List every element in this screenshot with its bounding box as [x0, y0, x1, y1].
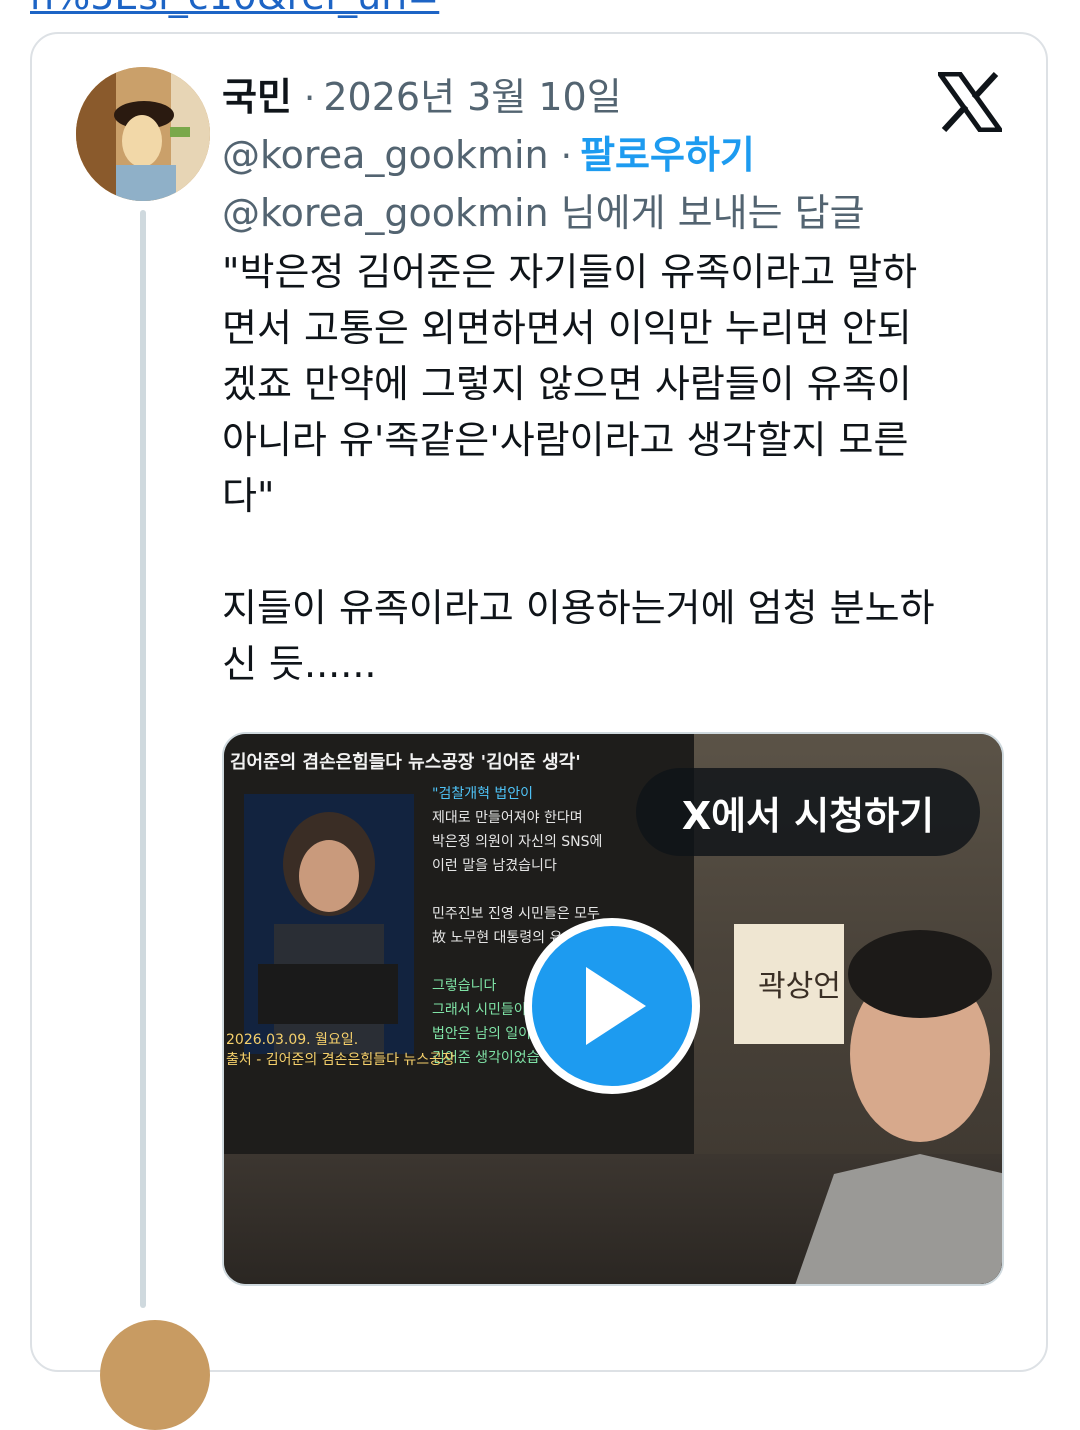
tweet-header: 국민 · 2026년 3월 10일	[222, 66, 622, 122]
caption-line: 민주진보 진영 시민들은 모두	[432, 906, 600, 922]
video-host-image: 곽상언	[734, 924, 1002, 1284]
caption-line: 이런 말을 남겼습니다	[432, 858, 557, 874]
tweet-text-line: 지들이 유족이라고 이용하는거에 엄청 분노하	[222, 586, 935, 630]
x-logo-icon[interactable]	[938, 72, 1002, 132]
next-reply-avatar[interactable]	[100, 1320, 210, 1430]
tweet-text-line: 아니라 유'족같은'사람이라고 생각할지 모른	[222, 418, 909, 462]
tweet-text-line: 면서 고통은 외면하면서 이익만 누리면 안되	[222, 306, 912, 350]
video-media-card[interactable]: 김어준의 겸손은힘들다 뉴스공장 '김어준 생각' "검찰개혁 법안이 제대로 …	[222, 732, 1004, 1286]
caption-line: 제대로 만들어져야 한다며	[432, 810, 583, 826]
thread-connector-line	[140, 210, 146, 1308]
video-speaker-image	[244, 794, 414, 1054]
watch-on-x-button[interactable]: X에서 시청하기	[636, 768, 980, 856]
author-handle[interactable]: @korea_gookmin	[222, 133, 549, 177]
video-meta-text: 2026.03.09. 월요일. 출처 - 김어준의 겸손은힘들다 뉴스공장	[226, 1030, 455, 1070]
play-icon	[586, 967, 646, 1045]
separator-dot: ·	[303, 78, 316, 119]
page-url-fragment[interactable]: h%5Esl_c10&ref_url=	[30, 0, 439, 18]
tweet-date[interactable]: 2026년 3월 10일	[323, 66, 621, 121]
author-name[interactable]: 국민	[222, 66, 292, 121]
video-title-text: 김어준의 겸손은힘들다 뉴스공장 '김어준 생각'	[230, 752, 581, 773]
follow-button[interactable]: 팔로우하기	[580, 124, 755, 179]
play-button[interactable]	[524, 918, 700, 1094]
avatar[interactable]	[76, 67, 210, 201]
video-meta-source: 출처 - 김어준의 겸손은힘들다 뉴스공장	[226, 1052, 455, 1068]
caption-gap	[432, 878, 602, 902]
avatar-cartoon-image	[76, 67, 210, 201]
reply-to-label[interactable]: @korea_gookmin 님에게 보내는 답글	[222, 182, 865, 237]
video-meta-date: 2026.03.09. 월요일.	[226, 1032, 359, 1048]
tweet-text-line: 다"	[222, 474, 275, 518]
tweet-text-line: 겠죠 만약에 그렇지 않으면 사람들이 유족이	[222, 362, 912, 406]
tweet-text-line: "박은정 김어준은 자기들이 유족이라고 말하	[222, 250, 918, 294]
tweet-body-text: "박은정 김어준은 자기들이 유족이라고 말하 면서 고통은 외면하면서 이익만…	[222, 244, 1022, 692]
separator-dot: ·	[560, 136, 573, 177]
tweet-text-line: 신 듯......	[222, 642, 377, 686]
handle-row: @korea_gookmin · 팔로우하기	[222, 124, 755, 180]
calligraphy-text: 곽상언	[758, 969, 841, 1004]
caption-line: 박은정 의원이 자신의 SNS에	[432, 834, 603, 850]
caption-line: "검찰개혁 법안이	[432, 786, 534, 802]
